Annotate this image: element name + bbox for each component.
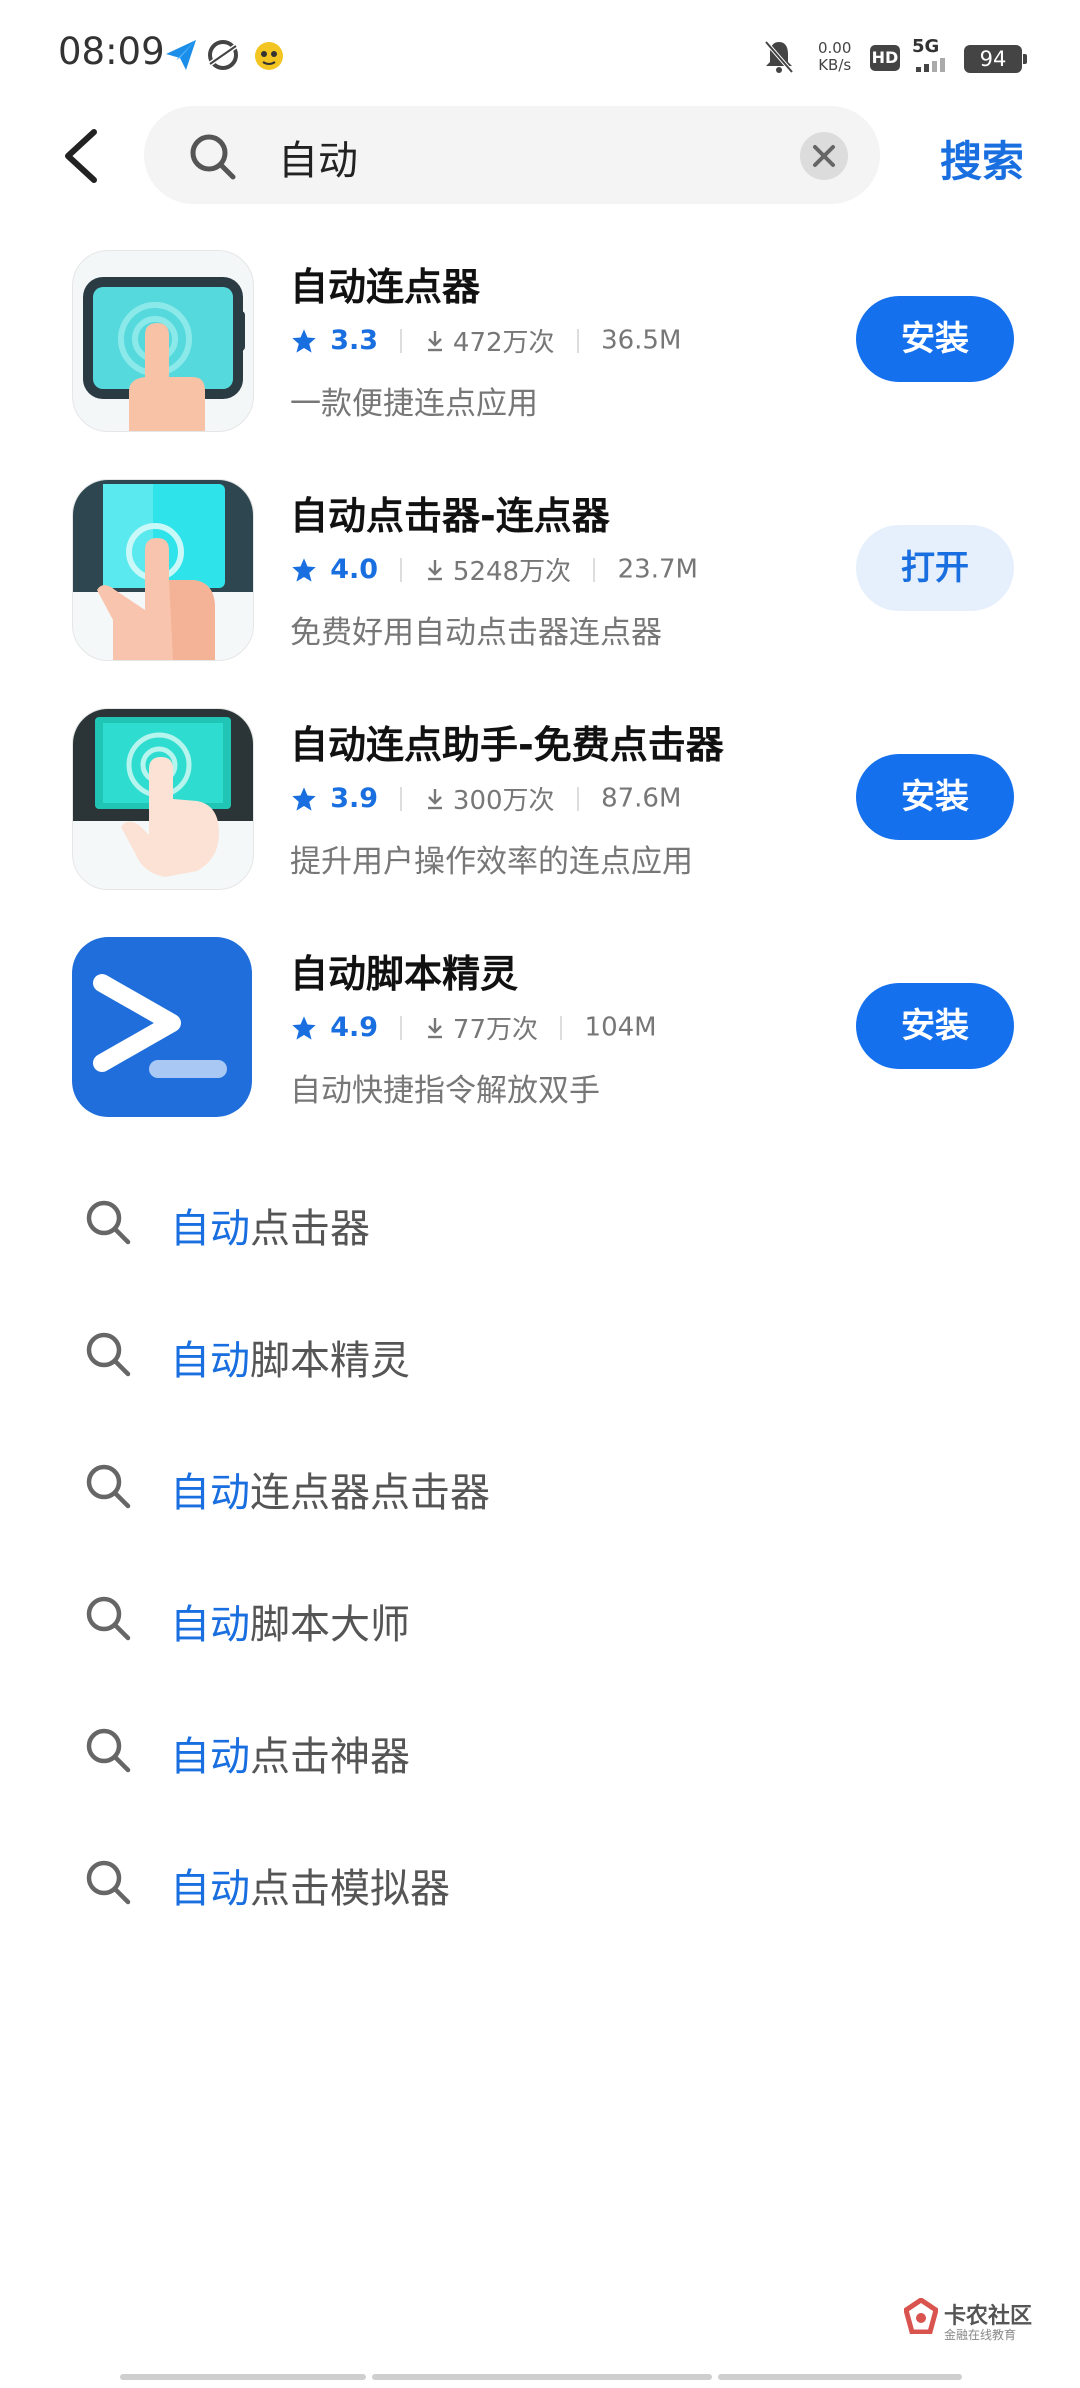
app-name: 自动点击器-连点器: [290, 494, 610, 538]
search-icon: [86, 1860, 131, 1905]
install-button[interactable]: 安装: [856, 754, 1014, 840]
nav-bar-segment: [372, 2374, 712, 2380]
app-description: 自动快捷指令解放双手: [290, 1073, 600, 1109]
app-size: 23.7M: [617, 554, 698, 585]
app-meta: 4.0 5248万次 23.7M: [290, 551, 698, 591]
divider: [576, 328, 579, 353]
download-icon: [427, 788, 442, 809]
signal-icon: [916, 58, 945, 72]
app-item[interactable]: 自动连点助手-免费点击器 3.9 300万次 87.6M 提升用户操作效率的连点…: [0, 708, 1080, 938]
search-icon: [190, 134, 236, 180]
app-rating: 4.9: [330, 1012, 379, 1043]
app-name: 自动脚本精灵: [290, 952, 519, 996]
app-icon-auto-clicker: [72, 250, 254, 432]
search-button[interactable]: 搜索: [940, 128, 1024, 189]
app-name: 自动连点助手-免费点击器: [290, 723, 724, 767]
cartoon-app-icon: [255, 42, 283, 70]
install-button[interactable]: 安装: [856, 983, 1014, 1069]
download-icon: [427, 330, 442, 351]
suggestion-text: 自动点击器: [170, 1206, 370, 1252]
app-icon-auto-assistant: [72, 708, 254, 890]
suggestion-text: 自动脚本精灵: [170, 1338, 410, 1384]
suggestion-item[interactable]: 自动点击模拟器: [0, 1830, 1080, 1940]
search-icon: [86, 1728, 131, 1773]
search-bar[interactable]: 自动: [144, 106, 880, 204]
app-downloads: 300万次: [452, 786, 555, 816]
watermark-logo-icon: [904, 2298, 938, 2334]
search-icon: [86, 1200, 131, 1245]
clear-button[interactable]: [800, 132, 848, 180]
suggestion-item[interactable]: 自动点击神器: [0, 1698, 1080, 1808]
suggestion-item[interactable]: 自动脚本大师: [0, 1566, 1080, 1676]
nav-bar-segment: [120, 2374, 366, 2380]
star-icon: [292, 557, 316, 582]
app-item[interactable]: 自动脚本精灵 4.9 77万次 104M 自动快捷指令解放双手 安装: [0, 937, 1080, 1167]
paper-plane-icon: [166, 40, 196, 70]
star-icon: [292, 328, 316, 353]
app-icon-auto-tapper: [72, 479, 254, 661]
app-meta: 4.9 77万次 104M: [290, 1009, 657, 1049]
mute-bell-icon: [764, 40, 794, 74]
divider: [560, 1015, 563, 1040]
open-button[interactable]: 打开: [856, 525, 1014, 611]
app-size: 87.6M: [601, 783, 682, 814]
app-meta: 3.9 300万次 87.6M: [290, 780, 681, 820]
app-icon-script-sprite: [72, 937, 252, 1117]
status-time: 08:09: [58, 30, 165, 73]
app-downloads: 5248万次: [452, 557, 572, 587]
app-rating: 4.0: [330, 554, 379, 585]
app-description: 提升用户操作效率的连点应用: [290, 844, 693, 880]
app-downloads: 77万次: [452, 1015, 538, 1045]
download-icon: [427, 1017, 442, 1038]
suggestion-text: 自动点击模拟器: [170, 1866, 450, 1912]
app-size: 104M: [584, 1012, 657, 1043]
suggestion-text: 自动点击神器: [170, 1734, 410, 1780]
battery-level: 94: [964, 45, 1022, 73]
watermark-subtitle: 金融在线教育: [944, 2328, 1017, 2342]
network-speed: 0.00 KB/s: [818, 39, 852, 74]
divider: [400, 328, 403, 353]
divider: [593, 557, 596, 582]
divider: [576, 786, 579, 811]
back-arrow-icon[interactable]: [56, 126, 106, 186]
app-name: 自动连点器: [290, 265, 481, 309]
app-item[interactable]: 自动连点器 3.3 472万次 36.5M 一款便捷连点应用 安装: [0, 250, 1080, 480]
suggestion-item[interactable]: 自动连点器点击器: [0, 1434, 1080, 1544]
app-downloads: 472万次: [452, 328, 555, 358]
divider: [400, 1015, 403, 1040]
divider: [400, 786, 403, 811]
status-bar: 08:09 0.00 KB/s HD 5G 94: [0, 0, 1080, 110]
orbit-app-icon: [208, 40, 238, 70]
app-meta: 3.3 472万次 36.5M: [290, 322, 681, 362]
app-item[interactable]: 自动点击器-连点器 4.0 5248万次 23.7M 免费好用自动点击器连点器 …: [0, 479, 1080, 709]
star-icon: [292, 1015, 316, 1040]
suggestion-text: 自动脚本大师: [170, 1602, 410, 1648]
search-icon: [86, 1596, 131, 1641]
hd-badge: HD: [870, 45, 900, 71]
search-icon: [86, 1332, 131, 1377]
star-icon: [292, 786, 316, 811]
close-icon: [813, 145, 835, 167]
search-input[interactable]: 自动: [278, 128, 358, 186]
nav-bar-segment: [718, 2374, 962, 2380]
app-size: 36.5M: [601, 325, 682, 356]
divider: [400, 557, 403, 582]
suggestion-item[interactable]: 自动点击器: [0, 1170, 1080, 1280]
suggestion-text: 自动连点器点击器: [170, 1470, 490, 1516]
search-icon: [86, 1464, 131, 1509]
app-description: 免费好用自动点击器连点器: [290, 615, 662, 651]
suggestion-item[interactable]: 自动脚本精灵: [0, 1302, 1080, 1412]
app-rating: 3.3: [330, 325, 379, 356]
install-button[interactable]: 安装: [856, 296, 1014, 382]
battery-cap: [1023, 54, 1027, 64]
app-rating: 3.9: [330, 783, 379, 814]
network-type: 5G: [912, 36, 940, 57]
download-icon: [427, 559, 442, 580]
app-description: 一款便捷连点应用: [290, 386, 538, 422]
